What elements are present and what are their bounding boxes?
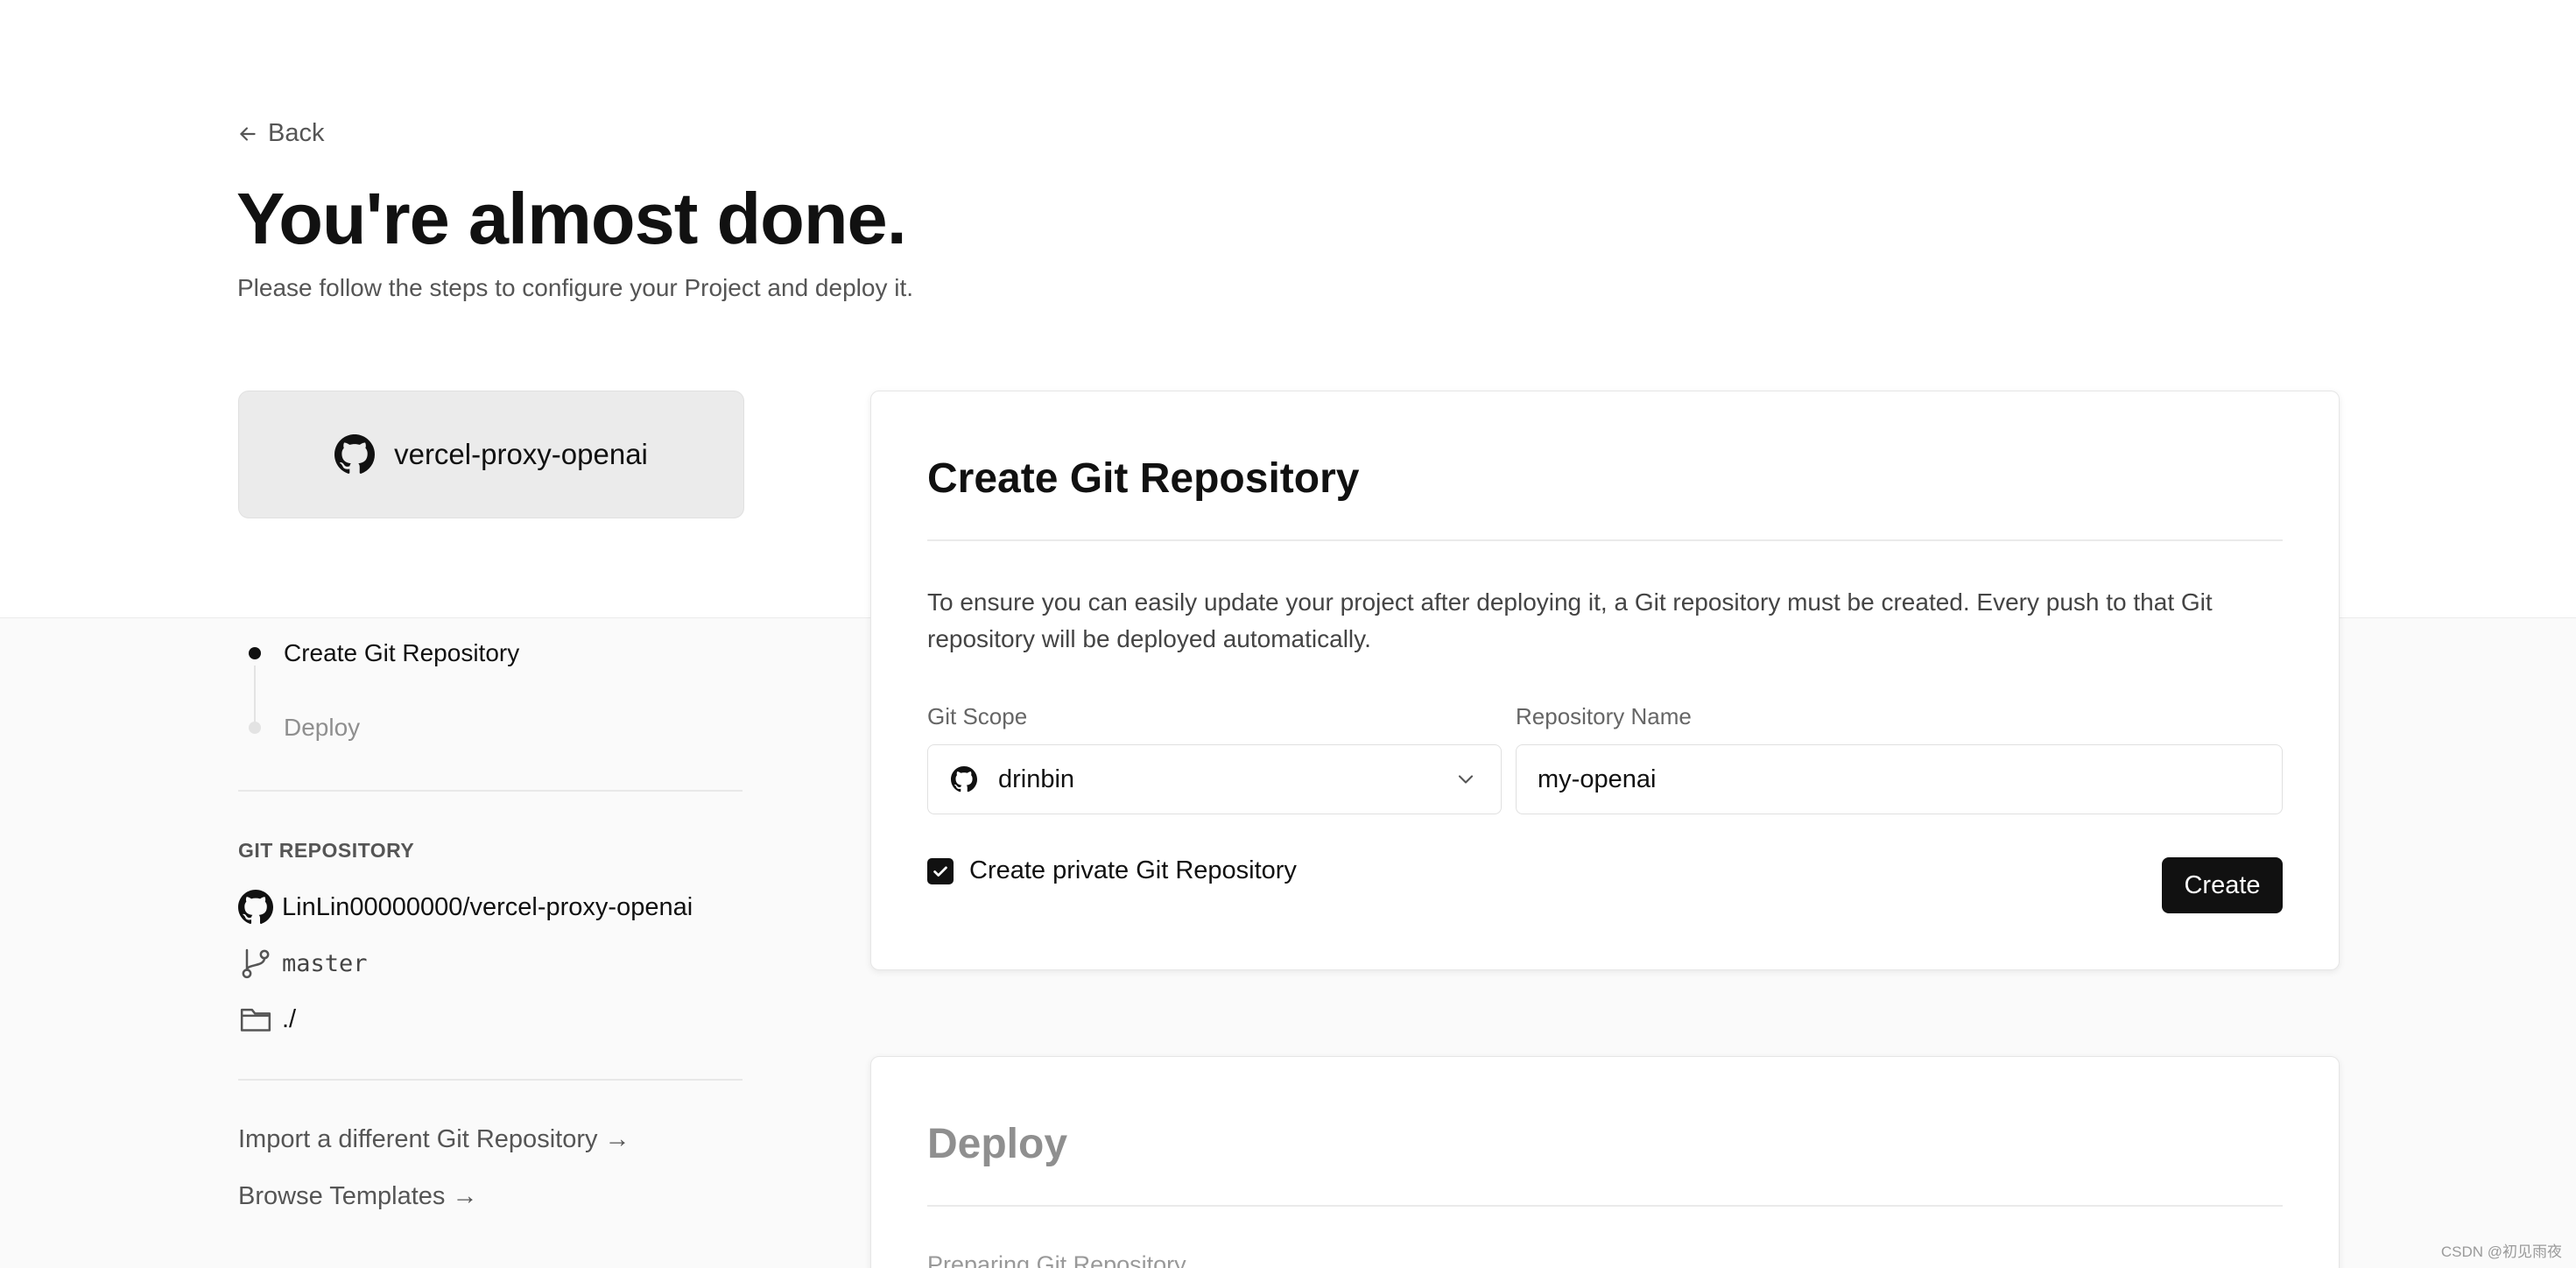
- repo-card-name: vercel-proxy-openai: [394, 438, 648, 470]
- card-title: Deploy: [927, 1121, 1068, 1167]
- page-subtitle: Please follow the steps to configure you…: [237, 274, 913, 301]
- import-different-repo-link[interactable]: Import a different Git Repository →: [238, 1125, 630, 1154]
- repository-name-label: Repository Name: [1516, 703, 1692, 729]
- check-icon: [933, 866, 947, 877]
- git-branch-icon: [242, 948, 270, 979]
- git-root-dir: ./: [282, 1004, 297, 1033]
- step-label: Create Git Repository: [284, 639, 520, 666]
- deploy-card: Deploy Preparing Git Repository: [870, 1056, 2340, 1268]
- folder-icon: [240, 1008, 271, 1032]
- page: Back You're almost done. Please follow t…: [0, 0, 2576, 1268]
- card-description: To ensure you can easily update your pro…: [927, 588, 2213, 652]
- git-repository-heading: GIT REPOSITORY: [238, 839, 415, 862]
- git-scope-value: drinbin: [998, 764, 1075, 793]
- github-icon: [334, 434, 376, 474]
- divider: [238, 790, 743, 792]
- git-repo-row[interactable]: LinLin00000000/vercel-proxy-openai: [238, 890, 693, 925]
- browse-templates-link[interactable]: Browse Templates →: [238, 1182, 477, 1211]
- repository-name-input[interactable]: [1516, 744, 2283, 814]
- private-repo-checkbox[interactable]: Create private Git Repository: [927, 856, 1297, 885]
- git-branch-row: master: [238, 946, 368, 981]
- step-create-git-repository: Create Git Repository: [238, 639, 519, 667]
- deploy-status-text: Preparing Git Repository: [927, 1251, 1186, 1268]
- create-button[interactable]: Create: [2162, 857, 2283, 913]
- step-dot-pending: [249, 722, 261, 734]
- divider: [238, 1079, 743, 1081]
- git-branch-name: master: [282, 949, 368, 977]
- step-deploy: Deploy: [238, 714, 360, 742]
- private-repo-label: Create private Git Repository: [969, 856, 1297, 884]
- create-git-repository-card: Create Git Repository To ensure you can …: [870, 391, 2340, 970]
- step-label: Deploy: [284, 714, 361, 741]
- arrow-left-icon: [240, 126, 256, 141]
- card-title: Create Git Repository: [927, 455, 1360, 502]
- checkbox-checked[interactable]: [927, 857, 954, 884]
- git-repo-name: LinLin00000000/vercel-proxy-openai: [282, 892, 693, 921]
- page-title: You're almost done.: [236, 178, 907, 259]
- back-label: Back: [268, 119, 325, 147]
- card-divider: [927, 539, 2283, 541]
- git-scope-label: Git Scope: [927, 703, 1028, 729]
- watermark: CSDN @初见雨夜: [2440, 1243, 2562, 1260]
- card-divider: [927, 1205, 2283, 1207]
- repo-card: vercel-proxy-openai: [238, 391, 744, 518]
- chevron-down-icon: [1458, 775, 1474, 784]
- back-link[interactable]: Back: [236, 119, 324, 148]
- github-icon: [238, 890, 273, 925]
- github-icon: [951, 766, 977, 792]
- git-root-row: ./: [238, 1002, 296, 1037]
- git-scope-select[interactable]: drinbin: [927, 744, 1502, 814]
- step-dot-active: [249, 647, 261, 659]
